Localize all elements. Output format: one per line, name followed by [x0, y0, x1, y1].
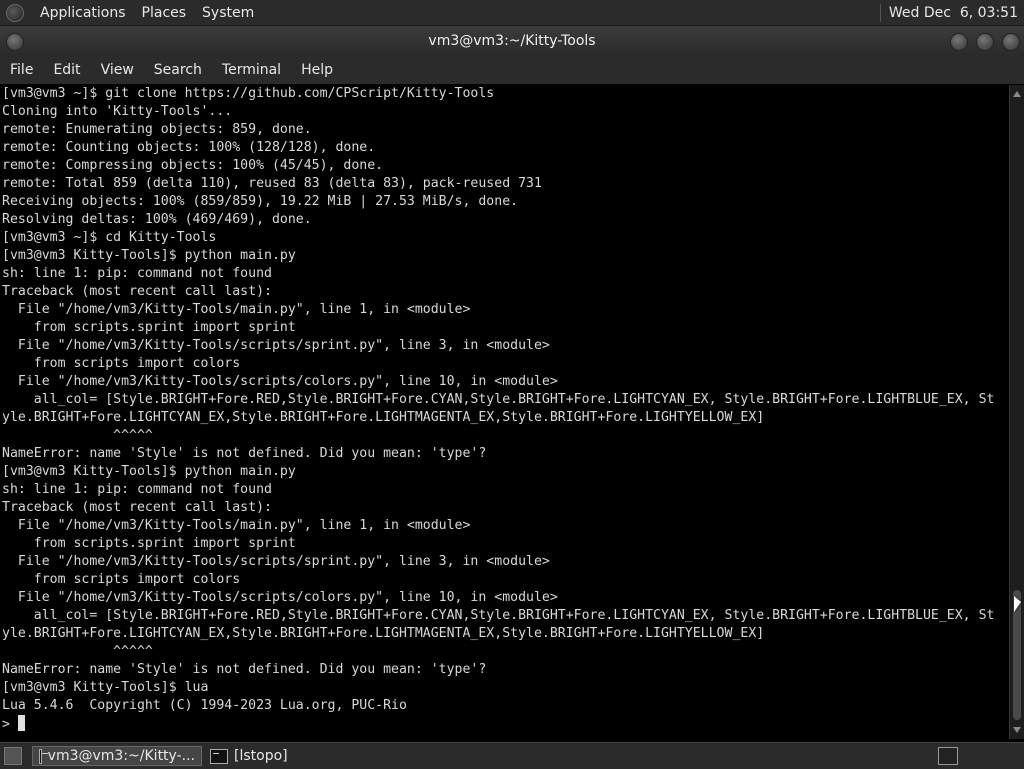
clock[interactable]: Wed Dec 6, 03:51	[889, 5, 1018, 21]
terminal-line: yle.BRIGHT+Fore.LIGHTCYAN_EX,Style.BRIGH…	[2, 410, 765, 425]
terminal-menubar: File Edit View Search Terminal Help	[0, 56, 1024, 84]
top-panel: Applications Places System Wed Dec 6, 03…	[0, 0, 1024, 26]
terminal-line: all_col= [Style.BRIGHT+Fore.RED,Style.BR…	[2, 608, 995, 623]
terminal-line: File "/home/vm3/Kitty-Tools/scripts/colo…	[2, 590, 558, 605]
terminal-line: ^^^^^	[2, 644, 153, 659]
menu-help[interactable]: Help	[291, 62, 343, 78]
terminal-line: remote: Counting objects: 100% (128/128)…	[2, 140, 376, 155]
distro-logo-icon[interactable]	[6, 3, 24, 22]
scroll-down-arrow-icon[interactable]	[1013, 727, 1021, 733]
terminal-scrollbar[interactable]	[1009, 85, 1024, 739]
terminal-line: NameError: name 'Style' is not defined. …	[2, 446, 487, 461]
terminal-line: File "/home/vm3/Kitty-Tools/scripts/colo…	[2, 374, 558, 389]
terminal-line: Traceback (most recent call last):	[2, 500, 272, 515]
window-title: vm3@vm3:~/Kitty-Tools	[428, 33, 596, 49]
maximize-icon[interactable]	[976, 33, 994, 51]
terminal-line: File "/home/vm3/Kitty-Tools/main.py", li…	[2, 302, 471, 317]
mouse-pointer-icon	[1014, 596, 1021, 612]
close-icon[interactable]	[1002, 33, 1020, 51]
task-terminal-label: vm3@vm3:~/Kitty-...	[47, 748, 195, 764]
task-terminal[interactable]: vm3@vm3:~/Kitty-...	[32, 746, 202, 766]
show-desktop-icon[interactable]	[4, 747, 22, 765]
terminal-line: from scripts.sprint import sprint	[2, 536, 296, 551]
terminal-line: [vm3@vm3 Kitty-Tools]$ python main.py	[2, 464, 296, 479]
minimize-icon[interactable]	[950, 33, 968, 51]
terminal-line: [vm3@vm3 Kitty-Tools]$ python main.py	[2, 248, 296, 263]
terminal-line: [vm3@vm3 ~]$ git clone https://github.co…	[2, 86, 495, 101]
terminal-line: NameError: name 'Style' is not defined. …	[2, 662, 487, 677]
terminal-line: all_col= [Style.BRIGHT+Fore.RED,Style.BR…	[2, 392, 995, 407]
system-menu[interactable]: System	[202, 5, 254, 21]
terminal-line: yle.BRIGHT+Fore.LIGHTCYAN_EX,Style.BRIGH…	[2, 626, 765, 641]
terminal-line: Resolving deltas: 100% (469/469), done.	[2, 212, 312, 227]
terminal-line: [vm3@vm3 ~]$ cd Kitty-Tools	[2, 230, 217, 245]
terminal-line: Lua 5.4.6 Copyright (C) 1994-2023 Lua.or…	[2, 698, 407, 713]
terminal-text: [vm3@vm3 ~]$ git clone https://github.co…	[0, 85, 1009, 734]
menu-search[interactable]: Search	[144, 62, 212, 78]
menu-terminal[interactable]: Terminal	[212, 62, 291, 78]
terminal-line: [vm3@vm3 Kitty-Tools]$ lua	[2, 680, 209, 695]
terminal-line: Receiving objects: 100% (859/859), 19.22…	[2, 194, 519, 209]
applications-menu[interactable]: Applications	[40, 5, 126, 21]
terminal-icon	[39, 748, 48, 764]
terminal-line: from scripts.sprint import sprint	[2, 320, 296, 335]
menu-view[interactable]: View	[91, 62, 144, 78]
terminal-line: remote: Enumerating objects: 859, done.	[2, 122, 312, 137]
terminal-line: Cloning into 'Kitty-Tools'...	[2, 104, 233, 119]
terminal-line: remote: Compressing objects: 100% (45/45…	[2, 158, 384, 173]
terminal-line: sh: line 1: pip: command not found	[2, 482, 272, 497]
panel-separator	[879, 3, 881, 22]
terminal-line: File "/home/vm3/Kitty-Tools/scripts/spri…	[2, 554, 550, 569]
terminal-output[interactable]: [vm3@vm3 ~]$ git clone https://github.co…	[0, 85, 1009, 739]
terminal-line: sh: line 1: pip: command not found	[2, 266, 272, 281]
terminal-line: Traceback (most recent call last):	[2, 284, 272, 299]
window-icon	[210, 748, 228, 764]
terminal-line: from scripts import colors	[2, 356, 241, 371]
terminal-line: ^^^^^	[2, 428, 153, 443]
menu-file[interactable]: File	[0, 62, 43, 78]
terminal-line: File "/home/vm3/Kitty-Tools/main.py", li…	[2, 518, 471, 533]
top-panel-menus: Applications Places System	[6, 0, 254, 25]
text-cursor	[17, 715, 25, 731]
terminal-line: File "/home/vm3/Kitty-Tools/scripts/spri…	[2, 338, 550, 353]
bottom-taskbar: vm3@vm3:~/Kitty-... [lstopo]	[0, 742, 1024, 769]
lua-prompt: >	[2, 717, 18, 732]
terminal-line: from scripts import colors	[2, 572, 241, 587]
scroll-up-arrow-icon[interactable]	[1013, 91, 1021, 97]
clock-area: Wed Dec 6, 03:51	[879, 0, 1018, 25]
menu-edit[interactable]: Edit	[43, 62, 90, 78]
terminal-line: remote: Total 859 (delta 110), reused 83…	[2, 176, 542, 191]
window-titlebar[interactable]: vm3@vm3:~/Kitty-Tools	[0, 26, 1024, 56]
task-lstopo[interactable]: [lstopo]	[204, 746, 324, 766]
workspace-switcher-icon[interactable]	[938, 747, 958, 765]
task-lstopo-label: [lstopo]	[234, 748, 288, 764]
places-menu[interactable]: Places	[142, 5, 187, 21]
